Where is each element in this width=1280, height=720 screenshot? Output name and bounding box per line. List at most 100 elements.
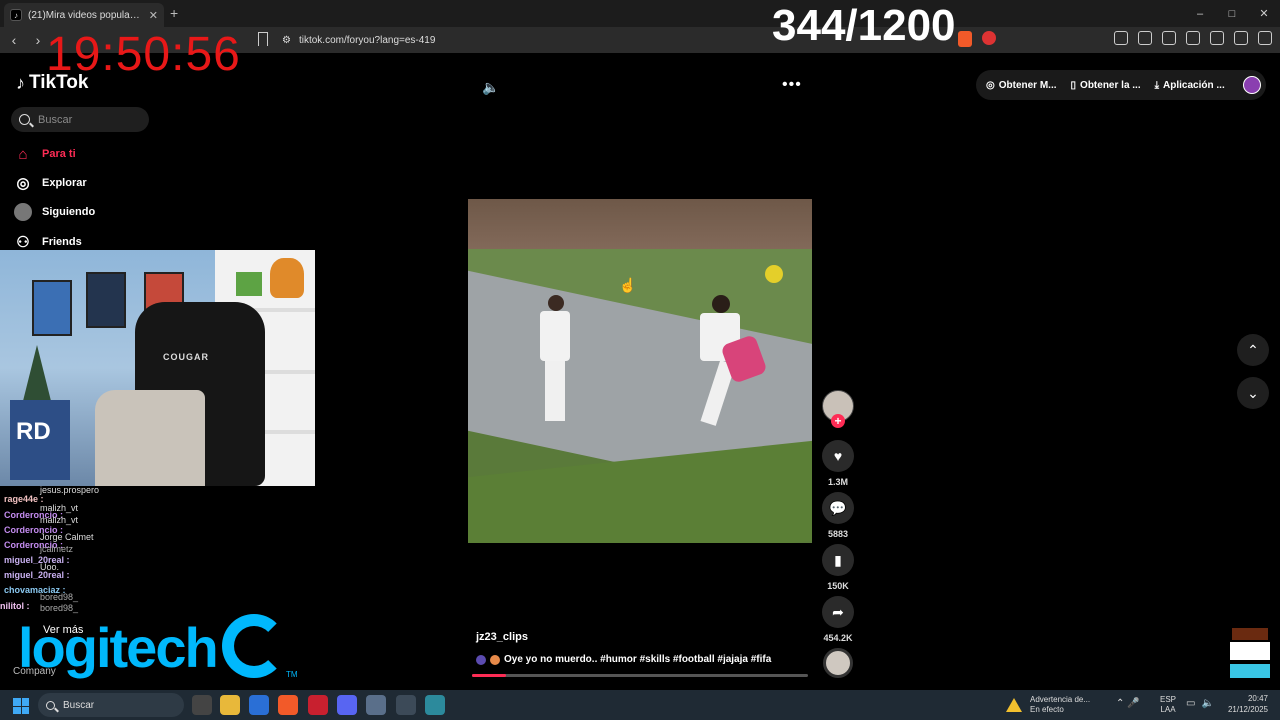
display-icon[interactable]: ▭ — [1186, 698, 1195, 709]
follow-button[interactable]: + — [831, 414, 845, 428]
brave-shields-icon[interactable] — [958, 31, 972, 47]
rd-box: RD — [10, 400, 70, 480]
media-icon[interactable] — [1138, 31, 1152, 45]
discord-icon[interactable] — [337, 695, 357, 715]
video-player[interactable]: ☝ — [468, 199, 812, 543]
sidebar-item-friends[interactable]: ⚇ Friends — [14, 233, 82, 251]
button-label: Obtener M... — [998, 79, 1057, 91]
bookmark-icon[interactable] — [258, 32, 268, 46]
browser-tab-bar: ♪ (21)Mira videos populares se ✕ + – □ ✕ — [0, 0, 1280, 27]
sidebar-item-label: Friends — [42, 236, 82, 248]
share-button[interactable]: ➦ — [822, 596, 854, 628]
like-count: 1.3M — [827, 477, 848, 487]
tiktok-note-icon: ♪ — [16, 72, 25, 93]
window-controls: – □ ✕ — [1184, 0, 1280, 27]
search-icon — [19, 114, 30, 125]
screenshot-icon[interactable] — [1114, 31, 1128, 45]
file-explorer-icon[interactable] — [220, 695, 240, 715]
get-app-button[interactable]: ▯ Obtener la ... — [1071, 80, 1141, 91]
warning-icon — [1006, 698, 1022, 712]
get-coins-button[interactable]: ◎ Obtener M... — [986, 80, 1057, 91]
tab-title: (21)Mira videos populares se — [28, 9, 143, 21]
menu-icon[interactable] — [1258, 31, 1272, 45]
language-indicator[interactable]: ESP LAA — [1160, 695, 1176, 715]
blanket — [95, 390, 205, 486]
poster — [86, 272, 126, 328]
close-tab-icon[interactable]: ✕ — [149, 9, 158, 22]
pixel-character-sprite — [1226, 628, 1276, 682]
christmas-tree — [22, 345, 52, 405]
leo-ai-icon[interactable] — [1210, 31, 1224, 45]
brave-browser-icon[interactable] — [278, 695, 298, 715]
close-window-button[interactable]: ✕ — [1248, 0, 1280, 27]
taskbar-search[interactable]: Buscar — [38, 693, 184, 717]
site-info-icon[interactable]: ⚙ — [282, 35, 291, 46]
music-disc-icon[interactable] — [823, 648, 853, 678]
heart-icon: ♥ — [833, 448, 843, 464]
chat-name: jesus.prospero — [40, 485, 100, 495]
time: 20:47 — [1247, 694, 1268, 703]
logitech-g-logo: logitech TM — [18, 610, 298, 690]
screen: ♪ (21)Mira videos populares se ✕ + – □ ✕… — [0, 0, 1280, 720]
obs-icon[interactable] — [396, 695, 416, 715]
store-icon[interactable] — [249, 695, 269, 715]
weather-warning[interactable]: Advertencia de... En efecto — [1006, 693, 1090, 717]
profile-avatar[interactable] — [1242, 76, 1261, 94]
sidebar-item-para-ti[interactable]: ⌂ Para ti — [14, 145, 75, 163]
box-text: RD — [16, 418, 51, 445]
vpn-shield-icon[interactable] — [1234, 31, 1248, 45]
maximize-button[interactable]: □ — [1216, 0, 1248, 27]
save-button[interactable]: ▮ — [822, 544, 854, 576]
comment-button[interactable]: 💬 — [822, 492, 854, 524]
chat-user: miguel_20real : — [4, 570, 70, 580]
more-options-icon[interactable]: ••• — [782, 76, 802, 94]
sidebar-item-siguiendo[interactable]: Siguiendo — [14, 203, 95, 221]
following-avatar-icon — [14, 203, 32, 221]
search-input[interactable]: Buscar — [11, 107, 149, 132]
toy-figure — [236, 272, 262, 296]
browser-tab[interactable]: ♪ (21)Mira videos populares se ✕ — [4, 3, 164, 27]
creator-username[interactable]: jz23_clips — [476, 631, 528, 643]
volume-tray-icon[interactable]: 🔈 — [1201, 698, 1213, 709]
emoji-icon — [490, 654, 500, 665]
volume-icon[interactable]: 🔈 — [482, 79, 499, 96]
search-placeholder: Buscar — [38, 113, 73, 126]
settings-icon[interactable] — [366, 695, 386, 715]
previous-video-button[interactable]: ⌃ — [1237, 334, 1269, 366]
voicemod-icon[interactable] — [308, 695, 328, 715]
date: 21/12/2025 — [1227, 705, 1268, 714]
desktop-app-button[interactable]: ⤓ Aplicación ... — [1155, 80, 1225, 91]
tiktok-logo[interactable]: ♪ TikTok — [16, 72, 88, 94]
sidebar-icon[interactable] — [1162, 31, 1176, 45]
wallet-icon[interactable] — [1186, 31, 1200, 45]
company-label: Company — [13, 666, 56, 677]
button-label: Obtener la ... — [1080, 79, 1141, 91]
ver-mas-link[interactable]: Ver más — [43, 624, 83, 636]
tray-overflow-icon[interactable]: ⌃ 🎤 — [1116, 698, 1140, 709]
comment-icon: 💬 — [829, 499, 847, 516]
app-icon[interactable] — [425, 695, 445, 715]
compass-icon: ◎ — [16, 175, 30, 192]
coin-icon: ◎ — [986, 79, 995, 91]
like-button[interactable]: ♥ — [822, 440, 854, 472]
player-figure — [540, 295, 570, 435]
next-video-button[interactable]: ⌄ — [1237, 377, 1269, 409]
soccer-ball — [765, 265, 783, 283]
back-icon[interactable]: ‹ — [4, 30, 24, 50]
minimize-button[interactable]: – — [1184, 0, 1216, 27]
sidebar-item-explorar[interactable]: ◎ Explorar — [14, 174, 86, 192]
new-tab-button[interactable]: + — [170, 5, 178, 21]
share-count: 454.2K — [823, 633, 853, 643]
task-view-icon[interactable] — [192, 695, 212, 715]
lang-region: LAA — [1160, 705, 1176, 714]
video-progress-bar[interactable] — [472, 674, 808, 677]
url-text: tiktok.com/foryou?lang=es-419 — [298, 34, 436, 46]
lang-code: ESP — [1160, 695, 1177, 704]
clock-date[interactable]: 20:47 21/12/2025 — [1226, 693, 1268, 715]
forward-icon[interactable]: › — [28, 30, 48, 50]
brave-rewards-icon[interactable] — [982, 31, 996, 45]
logitech-g-icon — [222, 614, 286, 678]
windows-start-icon[interactable] — [13, 698, 29, 714]
chair-brand: COUGAR — [163, 352, 209, 362]
search-icon — [46, 700, 55, 710]
